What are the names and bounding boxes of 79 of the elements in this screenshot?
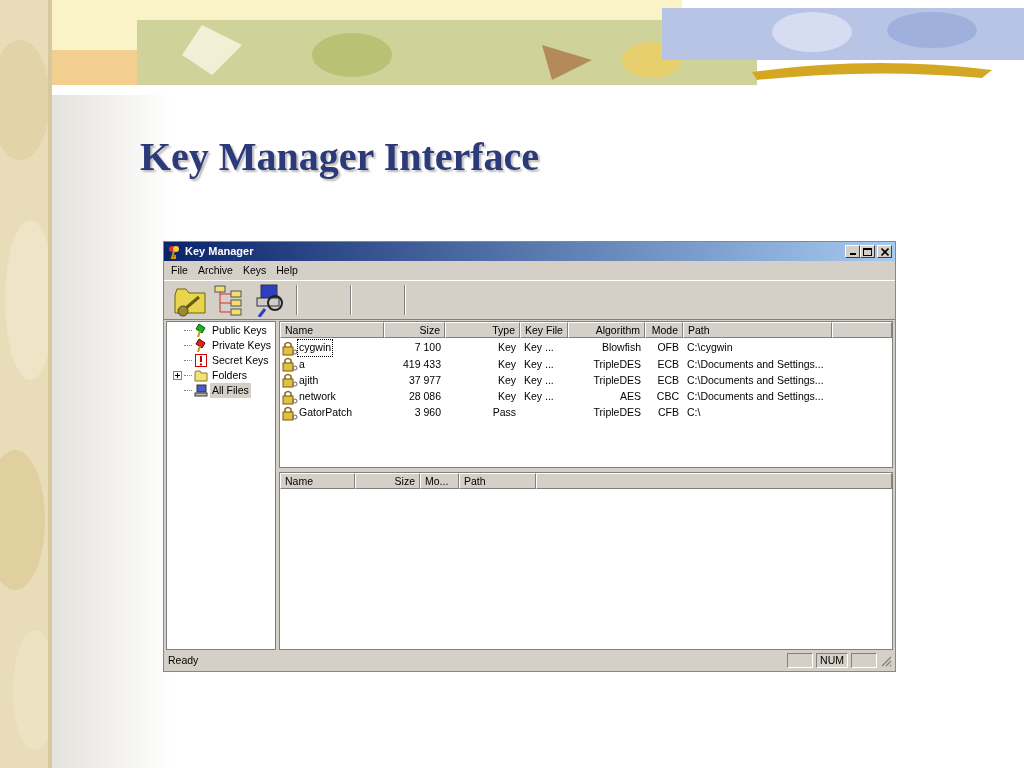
status-text: Ready bbox=[168, 652, 200, 668]
table-cell-text: TripleDES bbox=[592, 356, 642, 372]
status-indicator: NUM bbox=[816, 653, 848, 668]
menu-item[interactable]: Help bbox=[271, 262, 303, 279]
padlock-icon bbox=[282, 356, 298, 372]
padlock-icon bbox=[282, 340, 298, 356]
table-cell-text: CFB bbox=[657, 405, 680, 421]
status-panel bbox=[787, 653, 814, 668]
table-cell-text: Key ... bbox=[523, 372, 555, 388]
table-cell-text: C:\Documents and Settings... bbox=[686, 356, 825, 372]
column-header[interactable]: Type bbox=[445, 322, 520, 338]
table-cell-text: AES bbox=[619, 389, 642, 405]
table-cell-text: 28 086 bbox=[407, 389, 442, 405]
column-header[interactable]: Size bbox=[355, 473, 420, 489]
table-cell-text: ECB bbox=[656, 372, 680, 388]
table-cell-text: C:\Documents and Settings... bbox=[686, 389, 825, 405]
key-tag-icon bbox=[194, 323, 208, 338]
close-button[interactable] bbox=[877, 245, 892, 258]
table-cell-text: Key bbox=[496, 340, 517, 356]
tree-item[interactable]: All Files bbox=[210, 382, 251, 399]
folder-icon bbox=[194, 368, 208, 383]
tree-item[interactable]: Public Keys bbox=[210, 322, 269, 339]
tree-item[interactable]: Secret Keys bbox=[210, 352, 271, 369]
tree-item[interactable]: Folders bbox=[210, 367, 249, 384]
file-name[interactable]: ajith bbox=[298, 372, 320, 389]
column-header[interactable]: Mo... bbox=[420, 473, 459, 489]
menu-item[interactable]: File bbox=[166, 262, 193, 279]
table-cell-text: Key ... bbox=[523, 340, 555, 356]
padlock-icon bbox=[282, 405, 298, 421]
table-cell-text: Blowfish bbox=[600, 340, 642, 356]
warning-icon bbox=[194, 353, 208, 368]
table-cell-text: CBC bbox=[655, 389, 680, 405]
slide-title: Key Manager Interface bbox=[140, 135, 540, 179]
tree-item[interactable]: Private Keys bbox=[210, 337, 273, 354]
key-icon bbox=[167, 244, 181, 259]
table-cell-text: 419 433 bbox=[402, 356, 442, 372]
window-title: Key Manager bbox=[185, 244, 254, 260]
minimize-icon bbox=[849, 253, 856, 255]
column-header[interactable]: Name bbox=[280, 322, 384, 338]
resize-grip-icon[interactable] bbox=[880, 654, 892, 667]
column-header[interactable]: Path bbox=[459, 473, 536, 489]
file-name[interactable]: GatorPatch bbox=[298, 405, 354, 422]
padlock-icon bbox=[282, 373, 298, 389]
computer-icon bbox=[194, 383, 208, 398]
file-name[interactable]: a bbox=[298, 356, 306, 373]
menu-item[interactable]: Archive bbox=[192, 262, 238, 279]
column-header[interactable]: Mode bbox=[645, 322, 683, 338]
table-cell-text: Pass bbox=[491, 405, 517, 421]
table-cell-text: 7 100 bbox=[413, 340, 442, 356]
column-header[interactable]: Path bbox=[683, 322, 832, 338]
column-header[interactable]: Name bbox=[280, 473, 355, 489]
table-cell-text: Key bbox=[496, 356, 517, 372]
table-cell-text: Key bbox=[496, 372, 517, 388]
key-tag-icon bbox=[194, 338, 208, 353]
padlock-icon bbox=[282, 389, 298, 405]
table-cell-text: Key ... bbox=[523, 389, 555, 405]
status-panel bbox=[851, 653, 877, 668]
expand-icon[interactable] bbox=[173, 371, 182, 380]
maximize-button[interactable] bbox=[860, 245, 875, 258]
file-name[interactable]: cygwin bbox=[298, 340, 333, 356]
table-cell-text: 3 960 bbox=[413, 405, 442, 421]
maximize-icon bbox=[863, 247, 872, 256]
table-cell-text: C:\ bbox=[686, 405, 702, 421]
table-cell-text: Key ... bbox=[523, 356, 555, 372]
minimize-button[interactable] bbox=[845, 245, 860, 258]
table-cell-text: Key bbox=[496, 389, 517, 405]
table-cell-text: ECB bbox=[656, 356, 680, 372]
menu-item[interactable]: Keys bbox=[237, 262, 272, 279]
column-header[interactable]: Algorithm bbox=[568, 322, 645, 338]
table-cell-text: 37 977 bbox=[407, 372, 442, 388]
table-cell-text: OFB bbox=[656, 340, 680, 356]
close-icon bbox=[880, 247, 889, 256]
table-cell-text: TripleDES bbox=[592, 372, 642, 388]
table-cell-text: TripleDES bbox=[592, 405, 642, 421]
table-cell-text: C:\Documents and Settings... bbox=[686, 372, 825, 388]
column-header[interactable]: Key File bbox=[520, 322, 568, 338]
column-header[interactable]: Size bbox=[384, 322, 445, 338]
file-name[interactable]: network bbox=[298, 389, 337, 405]
table-cell-text: C:\cygwin bbox=[686, 340, 734, 356]
